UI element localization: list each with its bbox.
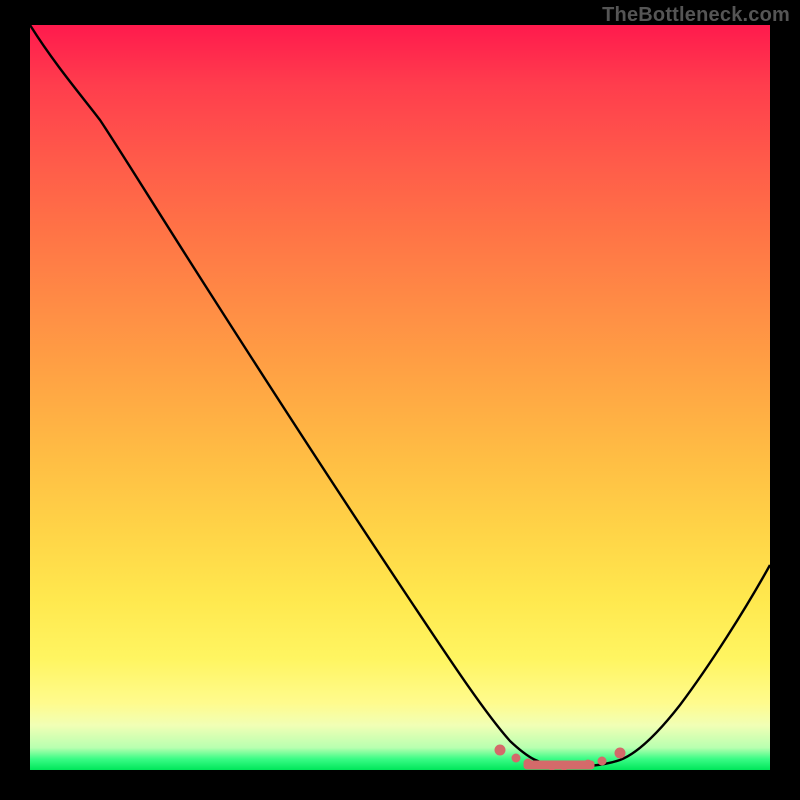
watermark-text: TheBottleneck.com [602,4,790,27]
optimal-band-markers [495,745,625,770]
chart-frame: TheBottleneck.com [0,0,800,800]
plot-area [30,25,770,770]
curve-layer [30,25,770,770]
bottleneck-curve-path [30,25,770,766]
